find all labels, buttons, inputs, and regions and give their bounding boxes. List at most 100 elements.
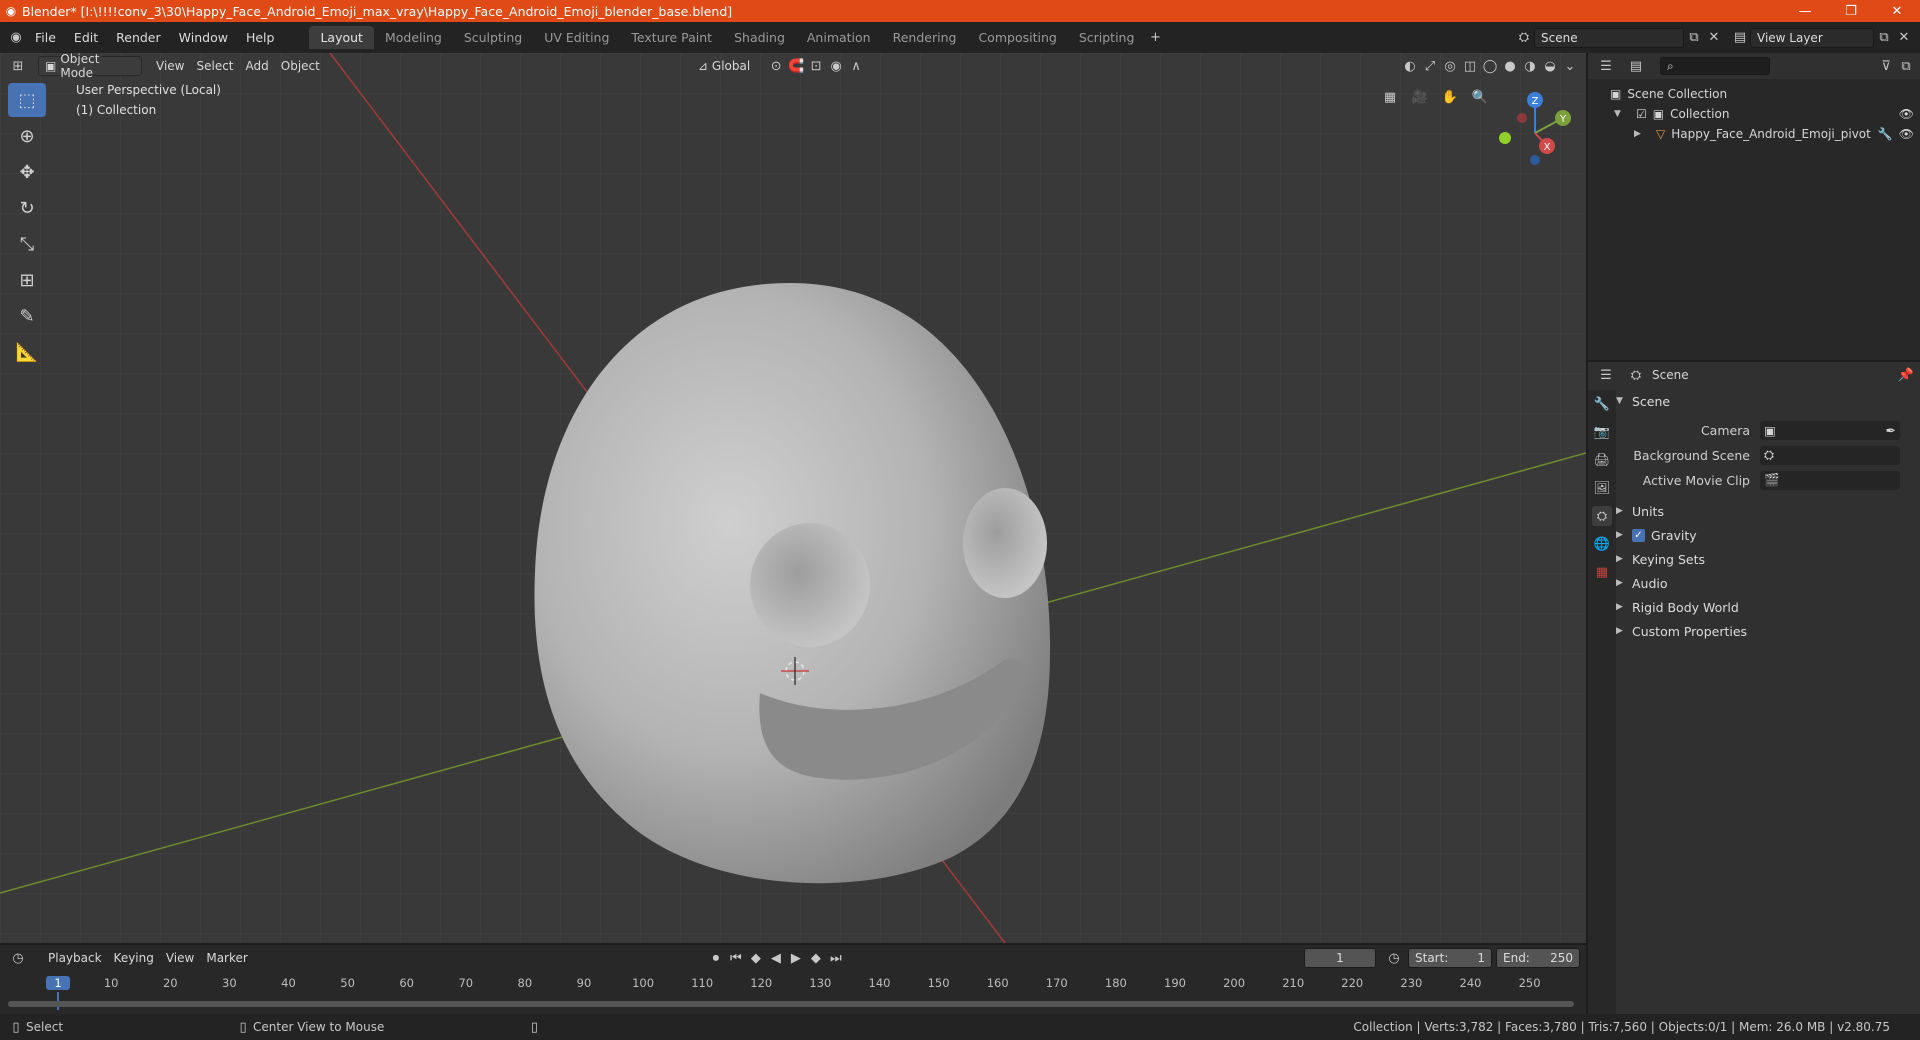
toggle-perspective-icon[interactable]: ▦ (1380, 87, 1400, 107)
transform-tool-icon[interactable]: ⊞ (8, 263, 46, 297)
menu-marker[interactable]: Marker (200, 948, 253, 968)
cursor-tool-icon[interactable]: ⊕ (8, 119, 46, 153)
tab-uv-editing[interactable]: UV Editing (533, 26, 620, 49)
visibility-icon[interactable]: ◐ (1400, 56, 1420, 76)
texture-tab-icon[interactable]: ▦ (1592, 562, 1612, 582)
solid-shading-icon[interactable]: ● (1500, 56, 1520, 76)
menu-window[interactable]: Window (170, 30, 237, 45)
start-frame-field[interactable]: Start: 1 (1408, 948, 1492, 968)
new-collection-icon[interactable]: ⧉ (1896, 56, 1916, 76)
preview-range-icon[interactable]: ◷ (1384, 948, 1404, 968)
frame-ruler[interactable]: 1 10 20 30 40 50 60 70 80 90 100 110 120 130 140 150 160… (0, 974, 1586, 1010)
snap-icon[interactable]: 🧲 (786, 56, 806, 76)
tab-scripting[interactable]: Scripting (1068, 26, 1146, 49)
eyedropper-icon[interactable]: ✒ (1886, 423, 1896, 438)
material-shading-icon[interactable]: ◑ (1520, 56, 1540, 76)
new-scene-icon[interactable]: ⧉ (1684, 28, 1704, 48)
menu-timeline-view[interactable]: View (160, 948, 200, 968)
pan-view-icon[interactable]: ✋ (1440, 87, 1460, 107)
menu-object[interactable]: Object (275, 56, 326, 76)
select-box-tool-icon[interactable]: ⬚ (8, 83, 46, 117)
camera-view-icon[interactable]: 🎥 (1410, 87, 1430, 107)
properties-editor-icon[interactable]: ☰ (1596, 365, 1616, 385)
play-reverse-icon[interactable]: ◀ (766, 948, 786, 968)
active-movie-clip-field[interactable]: 🎬 (1760, 470, 1900, 490)
jump-start-icon[interactable]: ⏮ (726, 948, 746, 968)
shading-options-icon[interactable]: ⌄ (1560, 56, 1580, 76)
eye-icon[interactable]: 👁 (1899, 127, 1914, 141)
menu-render[interactable]: Render (107, 30, 170, 45)
gizmo-z-label[interactable]: Z (1532, 96, 1539, 107)
pin-icon[interactable]: 📌 (1896, 365, 1916, 385)
audio-panel[interactable]: ▶ Audio (1616, 572, 1916, 594)
scene-collection-row[interactable]: ▣ Scene Collection (1610, 87, 1727, 101)
view-layer-tab-icon[interactable]: 🖼 (1592, 478, 1612, 498)
menu-add[interactable]: Add (240, 56, 275, 76)
background-scene-field[interactable]: ⛭ (1760, 445, 1900, 465)
tab-rendering[interactable]: Rendering (882, 26, 968, 49)
delete-scene-icon[interactable]: ✕ (1704, 28, 1724, 48)
annotate-tool-icon[interactable]: ✎ (8, 299, 46, 333)
menu-edit[interactable]: Edit (65, 30, 107, 45)
tab-sculpting[interactable]: Sculpting (453, 26, 533, 49)
prev-keyframe-icon[interactable]: ◆ (746, 948, 766, 968)
gravity-panel[interactable]: ▶ ✓ Gravity (1616, 524, 1916, 546)
move-tool-icon[interactable]: ✥ (8, 155, 46, 189)
timeline-scrollbar[interactable] (8, 1001, 1574, 1007)
tool-tab-icon[interactable]: 🔧 (1592, 394, 1612, 414)
checkbox-icon[interactable]: ☑ (1636, 107, 1647, 121)
gizmo-y-label[interactable]: Y (1559, 114, 1567, 125)
gizmo-x-label[interactable]: X (1544, 142, 1551, 153)
menu-view[interactable]: View (150, 56, 190, 76)
timeline-editor-icon[interactable]: ◷ (8, 948, 28, 968)
gravity-checkbox[interactable]: ✓ (1632, 528, 1645, 542)
view-layer-selector[interactable]: View Layer (1750, 27, 1874, 48)
jump-end-icon[interactable]: ⏭ (826, 948, 846, 968)
menu-playback[interactable]: Playback (42, 948, 108, 968)
close-button[interactable]: ✕ (1874, 4, 1920, 19)
rotate-tool-icon[interactable]: ↻ (8, 191, 46, 225)
outliner-search-input[interactable]: ⌕ (1660, 57, 1770, 75)
expand-arrow-icon[interactable]: ▼ (1614, 109, 1630, 119)
current-frame-field[interactable]: 1 (1304, 948, 1376, 968)
keying-sets-panel[interactable]: ▶ Keying Sets (1616, 548, 1916, 570)
proportional-editing-icon[interactable]: ◉ (826, 56, 846, 76)
object-row[interactable]: ▶ ▽ Happy_Face_Android_Emoji_pivot 🔧 👁 (1634, 127, 1914, 141)
viewport-canvas[interactable] (0, 53, 1586, 943)
mode-selector[interactable]: ▣ Object Mode (38, 53, 142, 80)
scene-selector[interactable]: Scene (1534, 27, 1684, 48)
scene-panel-header[interactable]: ▼ Scene (1616, 390, 1916, 412)
zoom-view-icon[interactable]: 🔍 (1470, 87, 1490, 107)
wireframe-shading-icon[interactable]: ◯ (1480, 56, 1500, 76)
editor-type-icon[interactable]: ⊞ (8, 56, 28, 76)
tab-texture-paint[interactable]: Texture Paint (620, 26, 723, 49)
3d-viewport[interactable]: ⊞ ▣ Object Mode View Select Add Object ⊿… (0, 53, 1586, 943)
record-icon[interactable]: ⏺ (706, 948, 726, 968)
units-panel[interactable]: ▶ Units (1616, 500, 1916, 522)
measure-tool-icon[interactable]: 📐 (8, 335, 46, 369)
blender-menu-icon[interactable]: ◉ (6, 28, 26, 48)
maximize-button[interactable]: ❐ (1828, 4, 1874, 19)
next-keyframe-icon[interactable]: ◆ (806, 948, 826, 968)
eye-icon[interactable]: 👁 (1899, 107, 1914, 121)
filter-icon[interactable]: ⊽ (1876, 56, 1896, 76)
falloff-icon[interactable]: ∧ (846, 56, 866, 76)
navigation-gizmo[interactable]: Z Y X (1495, 88, 1575, 168)
output-tab-icon[interactable]: 🖨 (1592, 450, 1612, 470)
menu-select[interactable]: Select (190, 56, 239, 76)
orientation-selector[interactable]: ⊿ Global (692, 56, 756, 76)
custom-properties-panel[interactable]: ▶ Custom Properties (1616, 620, 1916, 642)
world-tab-icon[interactable]: 🌐 (1592, 534, 1612, 554)
scene-tab-icon[interactable]: ⛭ (1592, 506, 1612, 526)
add-workspace-icon[interactable]: + (1145, 28, 1165, 48)
tab-compositing[interactable]: Compositing (967, 26, 1067, 49)
camera-field[interactable]: ▣ ✒ (1760, 420, 1900, 440)
menu-keying[interactable]: Keying (108, 948, 160, 968)
display-mode-icon[interactable]: ▤ (1626, 56, 1646, 76)
play-icon[interactable]: ▶ (786, 948, 806, 968)
collection-row[interactable]: ▼ ☑ ▣ Collection 👁 (1614, 107, 1914, 121)
rendered-shading-icon[interactable]: ◒ (1540, 56, 1560, 76)
pivot-point-icon[interactable]: ⊙ (766, 56, 786, 76)
gizmo-toggle-icon[interactable]: ⤢ (1420, 56, 1440, 76)
menu-help[interactable]: Help (237, 30, 284, 45)
